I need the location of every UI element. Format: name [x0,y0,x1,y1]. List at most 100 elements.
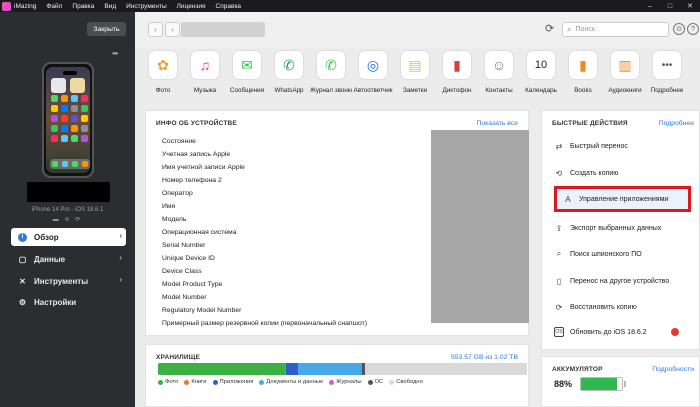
menu-edit[interactable]: Правка [72,3,94,10]
legend-item: Журналы [329,379,362,385]
app-voice-memos[interactable]: ▮ Диктофон [436,50,478,94]
menu-view[interactable]: Вид [104,3,116,10]
app-voicemail[interactable]: ◎ Автоответчик [352,50,394,94]
close-device-button[interactable]: Закрыть [87,22,126,36]
quick-actions-more-link[interactable]: Подробнее [659,120,694,127]
app-audiobooks[interactable]: ▥ Аудиокниги [604,50,646,94]
sidebar-item-tools[interactable]: ✕ Инструменты › [11,272,126,290]
spyware-scan-action[interactable]: ⌕ Поиск шпионского ПО [548,243,685,265]
menu-tools[interactable]: Инструменты [126,3,167,10]
quick-actions-title: БЫСТРЫЕ ДЕЙСТВИЯ [552,120,628,127]
manage-apps-action[interactable]: Ａ Управление приложениями [554,186,691,212]
refresh-icon[interactable]: ⟳ [545,22,554,35]
minimize-icon[interactable]: – [640,0,660,12]
app-shortcuts: ✿ Фото ♫ Музыка ✉ Сообщения ✆ WhatsApp ✆ Журн… [135,50,700,105]
legend-dot-icon [158,379,163,385]
app-label: Автоответчик [353,87,393,94]
app-label: Заметки [402,87,428,94]
info-row-label: Serial Number [162,242,206,249]
menu-bar: iMazing Файл Правка Вид Инструменты Лице… [0,0,700,12]
storage-segment [286,363,299,375]
app-call-log[interactable]: ✆ Журнал звонков [310,50,352,94]
legend-item: Приложения [212,379,253,385]
sidebar-item-label: Настройки [34,297,77,307]
legend-label: Журналы [336,379,362,385]
menu-help[interactable]: Справка [216,3,242,10]
sidebar-item-label: Данные [34,254,66,264]
app-label: Фото [155,87,171,94]
forward-button[interactable]: › [165,22,180,37]
search-icon: ⌕ [556,249,562,258]
battery-title: АККУМУЛЯТОР [552,366,603,373]
app-label: Контакты [485,87,513,94]
sidebar-item-settings[interactable]: ⚙ Настройки [11,293,126,311]
phone-icon: ✆ [316,50,346,80]
action-label: Создать копию [570,169,619,177]
app-books[interactable]: ▮ Books [562,50,604,94]
close-window-icon[interactable]: ✕ [680,0,700,12]
info-row-label: Device Class [162,268,202,275]
gear-icon: ⚙ [18,297,27,307]
location-redacted [181,22,265,37]
battery-tip [624,381,626,387]
audiobooks-icon: ▥ [610,50,640,80]
app-label: Books [574,87,592,94]
info-row-label: Модель [162,216,187,223]
battery-icon [580,377,623,391]
help-icon[interactable]: ? [687,23,699,35]
create-backup-action[interactable]: ⟲ Создать копию [548,162,685,184]
transfer-device-action[interactable]: ▯ Перенос на другое устройство [548,270,685,292]
contacts-icon: ☺ [484,50,514,80]
info-row-label: Model Number [162,294,207,301]
account-icon[interactable]: ⊙ [673,23,685,35]
app-contacts[interactable]: ☺ Контакты [478,50,520,94]
show-all-link[interactable]: Показать все [477,120,519,127]
menu-license[interactable]: Лицензия [177,3,206,10]
back-button[interactable]: ‹ [148,22,163,37]
export-data-action[interactable]: ⇪ Экспорт выбранных данных [548,217,685,239]
maximize-icon[interactable]: □ [660,0,680,12]
info-row-label: Имя учетной записи Apple [162,164,245,171]
sidebar-item-overview[interactable]: i Обзор › [11,228,126,246]
info-row-label: Операционная система [162,229,237,236]
app-whatsapp[interactable]: ✆ WhatsApp [268,50,310,94]
update-ios-action[interactable]: OS Обновить до iOS 18.6.2 [548,321,685,343]
app-photos[interactable]: ✿ Фото [142,50,184,94]
connection-status-icons: ▬ ≋ ⟳ [52,217,83,223]
quick-transfer-action[interactable]: ⇄ Быстрый перенос [548,135,685,157]
app-music[interactable]: ♫ Музыка [184,50,226,94]
device-info-panel: ИНФО ОБ УСТРОЙСТВЕ Показать все Состояни… [145,110,529,336]
storage-usage[interactable]: 553.57 GB из 1.02 TB [451,354,518,361]
app-label: Подробнее [650,87,684,94]
legend-label: Фото [165,379,179,385]
app-more[interactable]: ••• Подробнее [646,50,688,94]
app-label: Календарь [525,87,557,94]
search-icon: ⌕ [567,24,572,34]
storage-segment [364,363,527,375]
app-messages[interactable]: ✉ Сообщения [226,50,268,94]
sidebar-item-data[interactable]: ▢ Данные › [11,250,126,268]
legend-dot-icon [259,379,265,385]
menu-file[interactable]: Файл [46,3,62,10]
battery-details-link[interactable]: Подробности [652,366,694,373]
app-name: iMazing [14,2,37,10]
device-info-title: ИНФО ОБ УСТРОЙСТВЕ [156,120,237,127]
app-label: Музыка [193,87,217,94]
legend-dot-icon [367,379,373,385]
info-row-label: Учетная запись Apple [162,151,231,158]
books-icon: ▮ [568,50,598,80]
imazing-logo-icon [2,1,11,11]
restore-backup-action[interactable]: ⟳ Восстановить копию [548,296,685,318]
legend-label: Документы и данные [266,379,324,385]
search-input[interactable]: ⌕ Поиск [562,22,669,37]
info-row-label: Unique Device ID [162,255,215,262]
legend-dot-icon [212,379,218,385]
export-icon: ⇪ [555,223,563,233]
device-model: iPhone 14 Pro - iOS 18.6.1 [31,207,104,213]
legend-dot-icon [329,379,335,385]
app-store-icon: Ａ [564,194,572,204]
app-calendar[interactable]: 10 Календарь [520,50,562,94]
action-label: Быстрый перенос [570,142,628,150]
more-options-icon[interactable]: ••• [112,49,118,58]
app-notes[interactable]: ▤ Заметки [394,50,436,94]
